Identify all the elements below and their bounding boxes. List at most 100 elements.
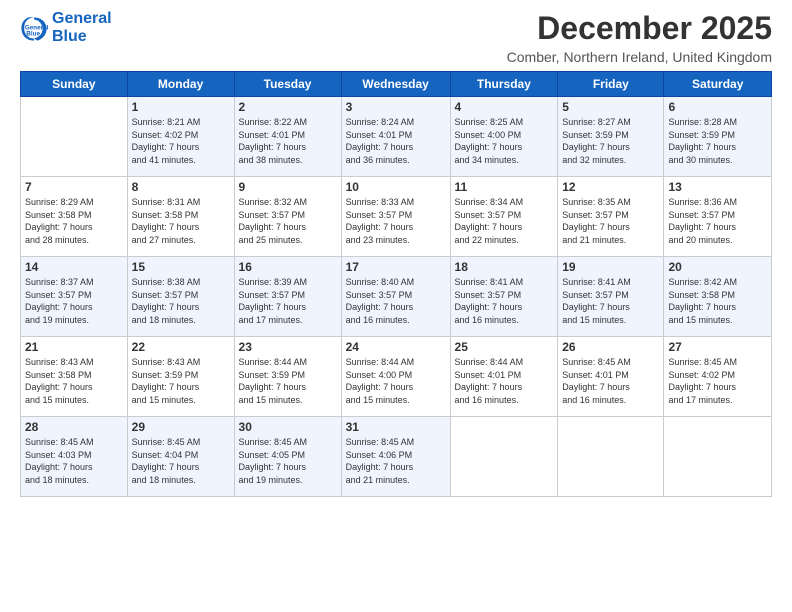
day-number: 3 <box>346 100 446 114</box>
calendar-cell: 1Sunrise: 8:21 AM Sunset: 4:02 PM Daylig… <box>127 97 234 177</box>
day-info: Sunrise: 8:45 AM Sunset: 4:04 PM Dayligh… <box>132 436 230 486</box>
calendar-cell: 19 Sunrise: 8:41 AM Sunset: 3:57 PM Dayli… <box>558 257 664 337</box>
day-info: Sunrise: 8:38 AM Sunset: 3:57 PM Dayligh… <box>132 276 230 326</box>
svg-text:Blue: Blue <box>26 30 40 37</box>
calendar-cell: 22Sunrise: 8:43 AM Sunset: 3:59 PM Dayli… <box>127 337 234 417</box>
page-header: General Blue General Blue December 2025 … <box>20 10 772 65</box>
calendar-cell: 28 Sunrise: 8:45 AM Sunset: 4:03 PM Dayli… <box>21 417 128 497</box>
day-info: Sunrise: 8:39 AM Sunset: 3:57 PM Dayligh… <box>239 276 337 326</box>
day-number: 8 <box>132 180 230 194</box>
day-info: Sunrise: 8:33 AM Sunset: 3:57 PM Dayligh… <box>346 196 446 246</box>
day-number: 20 <box>668 260 767 274</box>
calendar-cell: 29 Sunrise: 8:45 AM Sunset: 4:04 PM Dayli… <box>127 417 234 497</box>
day-number: 30 <box>239 420 337 434</box>
calendar-week-5: 28 Sunrise: 8:45 AM Sunset: 4:03 PM Dayli… <box>21 417 772 497</box>
col-friday: Friday <box>558 72 664 97</box>
calendar-cell: 3Sunrise: 8:24 AM Sunset: 4:01 PM Daylig… <box>341 97 450 177</box>
day-number: 31 <box>346 420 446 434</box>
day-number: 18 <box>455 260 554 274</box>
day-info: Sunrise: 8:27 AM Sunset: 3:59 PM Dayligh… <box>562 116 659 166</box>
day-number: 10 <box>346 180 446 194</box>
day-info: Sunrise: 8:29 AM Sunset: 3:58 PM Dayligh… <box>25 196 123 246</box>
day-number: 13 <box>668 180 767 194</box>
calendar-cell: 11Sunrise: 8:34 AM Sunset: 3:57 PM Dayli… <box>450 177 558 257</box>
day-number: 21 <box>25 340 123 354</box>
day-number: 24 <box>346 340 446 354</box>
day-number: 2 <box>239 100 337 114</box>
calendar-cell <box>558 417 664 497</box>
col-thursday: Thursday <box>450 72 558 97</box>
day-number: 6 <box>668 100 767 114</box>
calendar-cell: 8 Sunrise: 8:31 AM Sunset: 3:58 PM Daylig… <box>127 177 234 257</box>
calendar-header-row: Sunday Monday Tuesday Wednesday Thursday… <box>21 72 772 97</box>
day-info: Sunrise: 8:42 AM Sunset: 3:58 PM Dayligh… <box>668 276 767 326</box>
calendar-cell: 25 Sunrise: 8:44 AM Sunset: 4:01 PM Dayli… <box>450 337 558 417</box>
calendar-cell: 5 Sunrise: 8:27 AM Sunset: 3:59 PM Daylig… <box>558 97 664 177</box>
calendar-week-2: 7 Sunrise: 8:29 AM Sunset: 3:58 PM Daylig… <box>21 177 772 257</box>
calendar-cell: 7 Sunrise: 8:29 AM Sunset: 3:58 PM Daylig… <box>21 177 128 257</box>
day-info: Sunrise: 8:37 AM Sunset: 3:57 PM Dayligh… <box>25 276 123 326</box>
day-number: 5 <box>562 100 659 114</box>
day-number: 14 <box>25 260 123 274</box>
calendar-cell: 9Sunrise: 8:32 AM Sunset: 3:57 PM Daylig… <box>234 177 341 257</box>
day-info: Sunrise: 8:41 AM Sunset: 3:57 PM Dayligh… <box>455 276 554 326</box>
location-subtitle: Comber, Northern Ireland, United Kingdom <box>507 49 772 65</box>
logo-icon: General Blue <box>20 14 48 42</box>
day-info: Sunrise: 8:43 AM Sunset: 3:59 PM Dayligh… <box>132 356 230 406</box>
day-info: Sunrise: 8:32 AM Sunset: 3:57 PM Dayligh… <box>239 196 337 246</box>
col-monday: Monday <box>127 72 234 97</box>
day-info: Sunrise: 8:45 AM Sunset: 4:01 PM Dayligh… <box>562 356 659 406</box>
col-tuesday: Tuesday <box>234 72 341 97</box>
calendar-week-4: 21 Sunrise: 8:43 AM Sunset: 3:58 PM Dayli… <box>21 337 772 417</box>
day-number: 28 <box>25 420 123 434</box>
calendar-cell <box>664 417 772 497</box>
day-number: 26 <box>562 340 659 354</box>
day-info: Sunrise: 8:36 AM Sunset: 3:57 PM Dayligh… <box>668 196 767 246</box>
calendar-week-1: 1Sunrise: 8:21 AM Sunset: 4:02 PM Daylig… <box>21 97 772 177</box>
calendar-cell: 23Sunrise: 8:44 AM Sunset: 3:59 PM Dayli… <box>234 337 341 417</box>
logo: General Blue General Blue <box>20 10 112 45</box>
col-wednesday: Wednesday <box>341 72 450 97</box>
calendar-cell: 2 Sunrise: 8:22 AM Sunset: 4:01 PM Daylig… <box>234 97 341 177</box>
calendar-cell: 16 Sunrise: 8:39 AM Sunset: 3:57 PM Dayli… <box>234 257 341 337</box>
calendar-table: Sunday Monday Tuesday Wednesday Thursday… <box>20 71 772 497</box>
calendar-cell: 13 Sunrise: 8:36 AM Sunset: 3:57 PM Dayli… <box>664 177 772 257</box>
calendar-cell: 20 Sunrise: 8:42 AM Sunset: 3:58 PM Dayli… <box>664 257 772 337</box>
day-number: 29 <box>132 420 230 434</box>
page-container: General Blue General Blue December 2025 … <box>0 0 792 507</box>
calendar-cell: 17Sunrise: 8:40 AM Sunset: 3:57 PM Dayli… <box>341 257 450 337</box>
col-sunday: Sunday <box>21 72 128 97</box>
col-saturday: Saturday <box>664 72 772 97</box>
day-info: Sunrise: 8:44 AM Sunset: 4:00 PM Dayligh… <box>346 356 446 406</box>
calendar-cell: 21 Sunrise: 8:43 AM Sunset: 3:58 PM Dayli… <box>21 337 128 417</box>
logo-general: General <box>52 10 112 28</box>
day-number: 19 <box>562 260 659 274</box>
day-info: Sunrise: 8:45 AM Sunset: 4:05 PM Dayligh… <box>239 436 337 486</box>
calendar-cell: 12 Sunrise: 8:35 AM Sunset: 3:57 PM Dayli… <box>558 177 664 257</box>
calendar-cell: 18 Sunrise: 8:41 AM Sunset: 3:57 PM Dayli… <box>450 257 558 337</box>
day-info: Sunrise: 8:31 AM Sunset: 3:58 PM Dayligh… <box>132 196 230 246</box>
calendar-cell: 14 Sunrise: 8:37 AM Sunset: 3:57 PM Dayli… <box>21 257 128 337</box>
day-info: Sunrise: 8:43 AM Sunset: 3:58 PM Dayligh… <box>25 356 123 406</box>
day-info: Sunrise: 8:45 AM Sunset: 4:06 PM Dayligh… <box>346 436 446 486</box>
day-info: Sunrise: 8:35 AM Sunset: 3:57 PM Dayligh… <box>562 196 659 246</box>
day-info: Sunrise: 8:44 AM Sunset: 4:01 PM Dayligh… <box>455 356 554 406</box>
day-info: Sunrise: 8:22 AM Sunset: 4:01 PM Dayligh… <box>239 116 337 166</box>
day-number: 12 <box>562 180 659 194</box>
day-info: Sunrise: 8:34 AM Sunset: 3:57 PM Dayligh… <box>455 196 554 246</box>
day-info: Sunrise: 8:41 AM Sunset: 3:57 PM Dayligh… <box>562 276 659 326</box>
day-number: 7 <box>25 180 123 194</box>
day-info: Sunrise: 8:25 AM Sunset: 4:00 PM Dayligh… <box>455 116 554 166</box>
day-number: 25 <box>455 340 554 354</box>
logo-blue: Blue <box>52 28 112 46</box>
calendar-cell: 6Sunrise: 8:28 AM Sunset: 3:59 PM Daylig… <box>664 97 772 177</box>
day-info: Sunrise: 8:45 AM Sunset: 4:03 PM Dayligh… <box>25 436 123 486</box>
day-info: Sunrise: 8:45 AM Sunset: 4:02 PM Dayligh… <box>668 356 767 406</box>
calendar-cell: 31 Sunrise: 8:45 AM Sunset: 4:06 PM Dayli… <box>341 417 450 497</box>
month-title: December 2025 <box>507 10 772 47</box>
calendar-cell: 10 Sunrise: 8:33 AM Sunset: 3:57 PM Dayli… <box>341 177 450 257</box>
day-number: 23 <box>239 340 337 354</box>
calendar-body: 1Sunrise: 8:21 AM Sunset: 4:02 PM Daylig… <box>21 97 772 497</box>
day-number: 16 <box>239 260 337 274</box>
calendar-cell: 15Sunrise: 8:38 AM Sunset: 3:57 PM Dayli… <box>127 257 234 337</box>
